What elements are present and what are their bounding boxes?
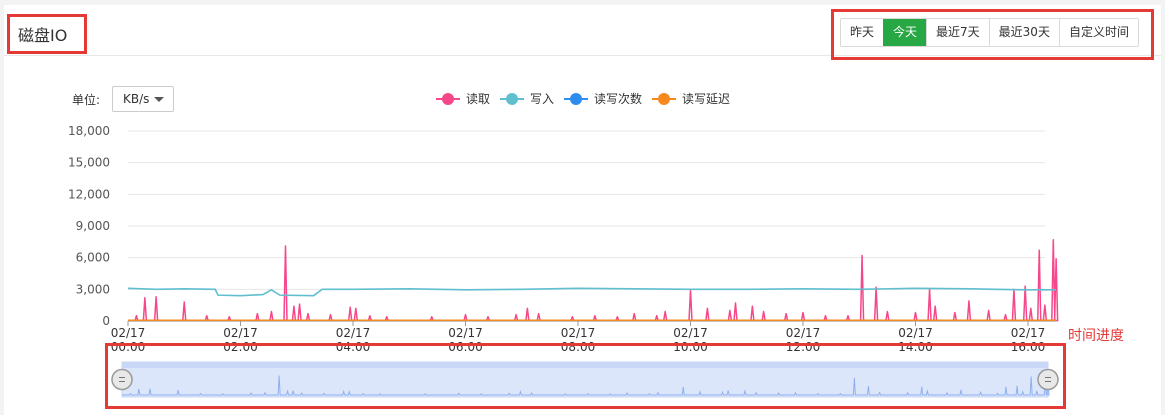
handle-circle: [1037, 368, 1059, 391]
y-tick-label: 3,000: [76, 282, 110, 296]
x-tick-date: 02/17: [673, 326, 708, 340]
series-line-read: [128, 238, 1059, 322]
y-axis-labels: 18,000 15,000 12,000 9,000 6,000 3,000 0: [68, 124, 110, 328]
x-tick-date: 02/17: [1011, 326, 1046, 340]
time-progress-slider[interactable]: [111, 361, 1059, 398]
x-tick-time: 04:00: [336, 340, 371, 354]
x-tick-date: 02/17: [786, 326, 821, 340]
x-tick-date: 02/17: [898, 326, 933, 340]
x-tick-date: 02/17: [223, 326, 258, 340]
x-tick-time: 10:00: [673, 340, 708, 354]
time-progress-annotation: 时间进度: [1068, 328, 1124, 344]
y-tick-label: 12,000: [68, 187, 110, 201]
x-tick-date: 02/17: [336, 326, 371, 340]
chart-series: [127, 238, 1059, 322]
slider-move-handle: [122, 362, 1048, 368]
slider-left-handle[interactable]: [111, 368, 133, 391]
x-axis-labels: 02/1700:0002/1702:0002/1704:0002/1706:00…: [111, 321, 1046, 354]
y-tick-label: 6,000: [76, 251, 110, 265]
y-tick-label: 9,000: [76, 219, 110, 233]
y-tick-label: 0: [102, 314, 110, 328]
x-tick-time: 12:00: [786, 340, 821, 354]
x-tick-time: 16:00: [1011, 340, 1046, 354]
x-tick-date: 02/17: [111, 326, 146, 340]
x-tick-time: 08:00: [561, 340, 596, 354]
x-tick-time: 06:00: [448, 340, 483, 354]
x-tick-date: 02/17: [448, 326, 483, 340]
y-tick-label: 18,000: [68, 124, 110, 138]
slider-right-handle[interactable]: [1037, 368, 1059, 391]
disk-io-chart: 18,000 15,000 12,000 9,000 6,000 3,000 0 02/17…: [68, 124, 1059, 398]
x-tick-time: 00:00: [111, 340, 146, 354]
x-tick-time: 14:00: [898, 340, 933, 354]
handle-circle: [111, 368, 133, 391]
x-tick-time: 02:00: [223, 340, 258, 354]
y-tick-label: 15,000: [68, 156, 110, 170]
x-tick-date: 02/17: [561, 326, 596, 340]
